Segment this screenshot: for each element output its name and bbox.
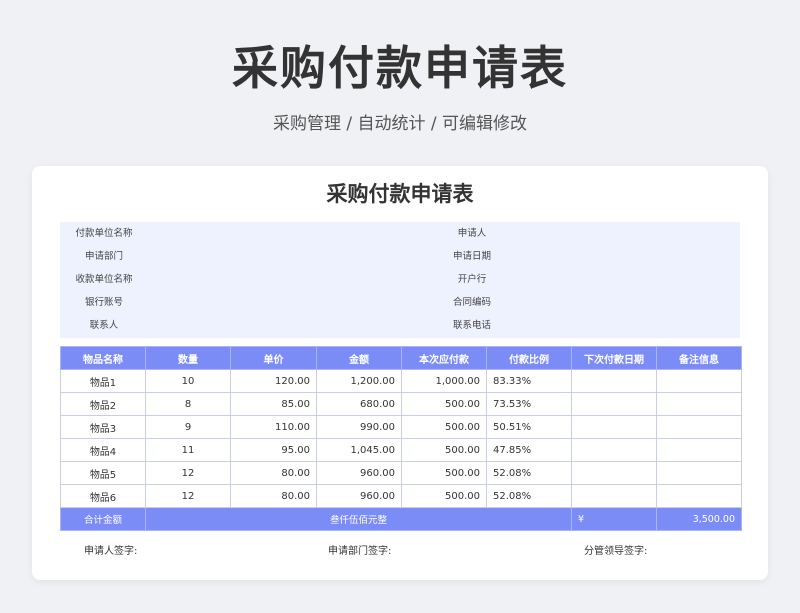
total-amount: 3,500.00 <box>656 507 742 531</box>
next-date-cell[interactable] <box>571 461 657 485</box>
items-table: 物品名称 数量 单价 金额 本次应付款 付款比例 下次付款日期 备注信息 物品1… <box>60 346 742 531</box>
remark-cell[interactable] <box>656 461 742 485</box>
amount-cell[interactable]: 680.00 <box>316 392 402 416</box>
payable-cell[interactable]: 500.00 <box>401 392 487 416</box>
next-date-cell[interactable] <box>571 369 657 393</box>
remark-cell[interactable] <box>656 438 742 462</box>
table-row: 物品3 9 110.00 990.00 500.00 50.51% <box>60 415 742 439</box>
info-section: 付款单位名称 申请人 申请部门 申请日期 收款单位名称 开户行 银行账号 合同编… <box>60 222 740 338</box>
unit-price-cell[interactable]: 95.00 <box>230 438 317 462</box>
department-label: 申请部门 <box>84 251 123 262</box>
quantity-cell[interactable]: 12 <box>145 484 231 508</box>
form-title: 采购付款申请表 <box>326 182 474 206</box>
remark-cell[interactable] <box>656 484 742 508</box>
column-header: 物品名称 <box>60 346 146 370</box>
payer-name-label: 付款单位名称 <box>75 228 133 239</box>
ratio-cell[interactable]: 52.08% <box>486 484 572 508</box>
amount-cell[interactable]: 990.00 <box>316 415 402 439</box>
unit-price-cell[interactable]: 120.00 <box>230 369 317 393</box>
info-row: 申请部门 申请日期 <box>60 245 740 268</box>
department-signature[interactable]: 申请部门签字: <box>328 542 391 562</box>
unit-price-cell[interactable]: 110.00 <box>230 415 317 439</box>
quantity-cell[interactable]: 12 <box>145 461 231 485</box>
item-name-cell[interactable]: 物品5 <box>60 461 146 485</box>
quantity-cell[interactable]: 11 <box>145 438 231 462</box>
applicant-label: 申请人 <box>457 228 487 239</box>
info-row: 付款单位名称 申请人 <box>60 222 740 245</box>
column-header: 下次付款日期 <box>571 346 657 370</box>
total-label: 合计金额 <box>60 507 146 531</box>
next-date-cell[interactable] <box>571 392 657 416</box>
amount-cell[interactable]: 960.00 <box>316 461 402 485</box>
table-row: 物品6 12 80.00 960.00 500.00 52.08% <box>60 484 742 508</box>
ratio-cell[interactable]: 47.85% <box>486 438 572 462</box>
signature-row: 申请人签字: 申请部门签字: 分管领导签字: <box>32 542 768 562</box>
item-name-cell[interactable]: 物品3 <box>60 415 146 439</box>
payee-name-label: 收款单位名称 <box>75 274 133 285</box>
contact-label: 联系人 <box>89 320 119 331</box>
remark-cell[interactable] <box>656 392 742 416</box>
phone-label: 联系电话 <box>452 320 491 331</box>
remark-cell[interactable] <box>656 369 742 393</box>
contract-code-label: 合同编码 <box>452 297 491 308</box>
payable-cell[interactable]: 1,000.00 <box>401 369 487 393</box>
info-row: 联系人 联系电话 <box>60 314 740 337</box>
info-row: 银行账号 合同编码 <box>60 291 740 314</box>
quantity-cell[interactable]: 9 <box>145 415 231 439</box>
column-header: 付款比例 <box>486 346 572 370</box>
unit-price-cell[interactable]: 80.00 <box>230 461 317 485</box>
apply-date-label: 申请日期 <box>452 251 491 262</box>
column-header: 单价 <box>230 346 317 370</box>
table-row: 物品1 10 120.00 1,200.00 1,000.00 83.33% <box>60 369 742 393</box>
amount-cell[interactable]: 960.00 <box>316 484 402 508</box>
table-row: 物品2 8 85.00 680.00 500.00 73.53% <box>60 392 742 416</box>
ratio-cell[interactable]: 83.33% <box>486 369 572 393</box>
payable-cell[interactable]: 500.00 <box>401 438 487 462</box>
applicant-signature[interactable]: 申请人签字: <box>84 542 137 562</box>
payable-cell[interactable]: 500.00 <box>401 484 487 508</box>
unit-price-cell[interactable]: 85.00 <box>230 392 317 416</box>
amount-cell[interactable]: 1,200.00 <box>316 369 402 393</box>
info-row: 收款单位名称 开户行 <box>60 268 740 291</box>
column-header: 本次应付款 <box>401 346 487 370</box>
quantity-cell[interactable]: 8 <box>145 392 231 416</box>
column-header: 金额 <box>316 346 402 370</box>
next-date-cell[interactable] <box>571 484 657 508</box>
page-title: 采购付款申请表 <box>232 41 568 95</box>
ratio-cell[interactable]: 50.51% <box>486 415 572 439</box>
remark-cell[interactable] <box>656 415 742 439</box>
payable-cell[interactable]: 500.00 <box>401 461 487 485</box>
column-header: 数量 <box>145 346 231 370</box>
total-row: 合计金额 叁仟伍佰元整 ¥ 3,500.00 <box>60 507 742 531</box>
next-date-cell[interactable] <box>571 415 657 439</box>
form-card: 采购付款申请表 付款单位名称 申请人 申请部门 申请日期 收款单位名称 开户行 … <box>32 166 768 580</box>
ratio-cell[interactable]: 73.53% <box>486 392 572 416</box>
table-row: 物品5 12 80.00 960.00 500.00 52.08% <box>60 461 742 485</box>
items-table-wrap: 物品名称 数量 单价 金额 本次应付款 付款比例 下次付款日期 备注信息 物品1… <box>60 346 742 531</box>
unit-price-cell[interactable]: 80.00 <box>230 484 317 508</box>
table-header-row: 物品名称 数量 单价 金额 本次应付款 付款比例 下次付款日期 备注信息 <box>60 346 742 370</box>
item-name-cell[interactable]: 物品2 <box>60 392 146 416</box>
account-label: 银行账号 <box>84 297 123 308</box>
quantity-cell[interactable]: 10 <box>145 369 231 393</box>
amount-cell[interactable]: 1,045.00 <box>316 438 402 462</box>
table-row: 物品4 11 95.00 1,045.00 500.00 47.85% <box>60 438 742 462</box>
bank-label: 开户行 <box>457 274 487 285</box>
page-subtitle: 采购管理 / 自动统计 / 可编辑修改 <box>272 114 528 134</box>
payable-cell[interactable]: 500.00 <box>401 415 487 439</box>
total-amount-words: 叁仟伍佰元整 <box>145 507 572 531</box>
leader-signature[interactable]: 分管领导签字: <box>584 542 647 562</box>
currency-symbol: ¥ <box>571 507 657 531</box>
next-date-cell[interactable] <box>571 438 657 462</box>
ratio-cell[interactable]: 52.08% <box>486 461 572 485</box>
item-name-cell[interactable]: 物品1 <box>60 369 146 393</box>
column-header: 备注信息 <box>656 346 742 370</box>
item-name-cell[interactable]: 物品4 <box>60 438 146 462</box>
item-name-cell[interactable]: 物品6 <box>60 484 146 508</box>
